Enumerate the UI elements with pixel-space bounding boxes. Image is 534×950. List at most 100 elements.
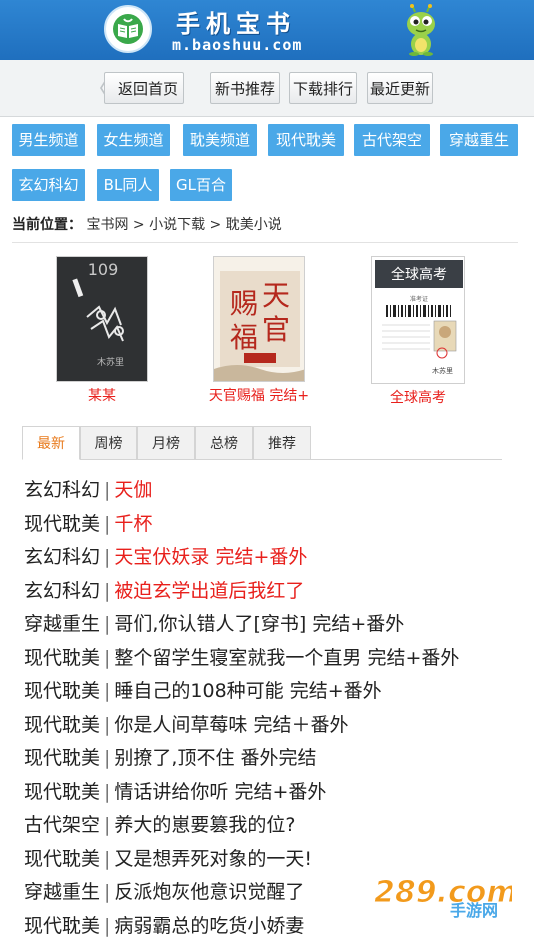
svg-text:109: 109 [88,260,119,279]
back-home-button[interactable]: 返回首页 [104,72,184,104]
list-item-separator: | [104,780,111,803]
list-item-separator: | [104,747,111,769]
list-item-category[interactable]: 现代耽美 [24,781,100,803]
book-cover-image[interactable]: 全球高考 准考证 木苏里 [371,256,465,384]
breadcrumb-path[interactable]: 宝书网 > 小说下载 > 耽美小说 [86,217,281,233]
cover-title: 全球高考 [391,266,447,283]
list-item-category[interactable]: 玄幻科幻 [24,546,100,568]
download-ranking-button[interactable]: 下载排行 [289,72,357,104]
list-item[interactable]: 现代耽美 | 情话讲给你听 完结+番外 [24,776,326,809]
tab-recommend[interactable]: 推荐 [253,426,311,460]
list-item-category[interactable]: 现代耽美 [24,714,100,736]
list-item[interactable]: 现代耽美 | 别撩了,顶不住 番外完结 [24,742,317,775]
book-card[interactable]: 全球高考 准考证 木苏里 全球高考 [343,256,493,407]
list-item-category[interactable]: 现代耽美 [24,680,100,702]
list-item[interactable]: 现代耽美 | 睡自己的108种可能 完结+番外 [24,675,382,708]
tab-monthly[interactable]: 月榜 [137,426,195,460]
book-card[interactable]: 109 木苏里 某某 [27,256,177,405]
category-female[interactable]: 女生频道 [97,124,170,156]
list-item-separator: | [104,881,111,903]
list-item-title[interactable]: 别撩了,顶不住 番外完结 [114,747,316,769]
list-item[interactable]: 现代耽美 | 又是想弄死对象的一天! [24,843,312,876]
category-ancient[interactable]: 古代架空 [354,124,430,156]
recent-updates-button[interactable]: 最近更新 [367,72,433,104]
category-danmei[interactable]: 耽美频道 [183,124,257,156]
tab-latest[interactable]: 最新 [22,426,80,460]
list-item[interactable]: 玄幻科幻 | 天伽 [24,474,152,507]
book-cover-image[interactable]: 109 木苏里 [56,256,148,382]
breadcrumb-label: 当前位置： [12,217,82,233]
list-item[interactable]: 穿越重生 | 反派炮灰他意识觉醒了 [24,876,304,909]
list-item-title[interactable]: 你是人间草莓味 完结＋番外 [114,714,348,736]
list-item-category[interactable]: 玄幻科幻 [24,479,100,501]
book-title[interactable]: 天官赐福 完结+ [184,385,334,405]
category-gl[interactable]: GL百合 [170,169,232,201]
list-item-separator: | [104,512,111,535]
list-item-category[interactable]: 穿越重生 [24,613,100,635]
list-item-title[interactable]: 又是想弄死对象的一天! [114,848,312,870]
cover-char-1: 赐 [230,287,258,320]
breadcrumb: 当前位置： 宝书网 > 小说下载 > 耽美小说 [12,214,282,234]
list-item-title[interactable]: 情话讲给你听 完结+番外 [114,781,326,803]
list-item-separator: | [104,914,111,937]
book-logo-icon[interactable] [104,5,152,53]
list-item-title[interactable]: 病弱霸总的吃货小娇妻 [114,915,304,937]
list-item-category[interactable]: 现代耽美 [24,647,100,669]
list-item[interactable]: 现代耽美 | 病弱霸总的吃货小娇妻 [24,910,304,943]
category-male[interactable]: 男生频道 [12,124,85,156]
svg-text:木苏里: 木苏里 [432,366,453,375]
list-item[interactable]: 古代架空 | 养大的崽要篡我的位? [24,809,296,842]
list-item-separator: | [104,814,111,836]
list-item-separator: | [104,680,111,702]
divider [12,242,518,243]
list-item-separator: | [104,646,111,669]
list-item-category[interactable]: 玄幻科幻 [24,580,100,602]
category-modern-danmei[interactable]: 现代耽美 [268,124,344,156]
book-title[interactable]: 全球高考 [343,387,493,407]
category-bl[interactable]: BL同人 [97,169,159,201]
list-item-category[interactable]: 穿越重生 [24,881,100,903]
list-item[interactable]: 玄幻科幻 | 天宝伏妖录 完结+番外 [24,541,307,574]
category-fantasy[interactable]: 玄幻科幻 [12,169,85,201]
svg-text:手游网: 手游网 [450,901,498,920]
book-title[interactable]: 某某 [27,385,177,405]
list-item-category[interactable]: 现代耽美 [24,915,100,937]
frog-mascot-icon [404,4,438,60]
svg-text:木苏里: 木苏里 [97,356,124,368]
list-item-title[interactable]: 哥们,你认错人了[穿书] 完结+番外 [114,613,404,635]
new-books-button[interactable]: 新书推荐 [210,72,280,104]
list-item-title[interactable]: 整个留学生寝室就我一个直男 完结+番外 [114,647,459,669]
tab-weekly[interactable]: 周榜 [80,426,137,460]
list-item-separator: | [104,479,111,501]
category-time-travel[interactable]: 穿越重生 [440,124,518,156]
cover-char-4: 官 [262,313,290,346]
list-item-title[interactable]: 天伽 [114,479,152,501]
site-url: m.baoshuu.com [172,36,303,54]
289-watermark-logo: 289.com 手游网 [372,872,519,924]
cover-char-3: 福 [230,321,258,354]
list-item[interactable]: 穿越重生 | 哥们,你认错人了[穿书] 完结+番外 [24,608,404,641]
list-item-category[interactable]: 现代耽美 [24,747,100,769]
book-cover-image[interactable]: 赐 天 福 官 [213,256,305,382]
list-item[interactable]: 现代耽美 | 整个留学生寝室就我一个直男 完结+番外 [24,642,459,675]
site-title[interactable]: 手机宝书 [176,4,296,39]
list-item-separator: | [104,546,111,568]
list-item-category[interactable]: 古代架空 [24,814,100,836]
list-item-title[interactable]: 被迫玄学出道后我红了 [114,580,304,602]
list-item-title[interactable]: 反派炮灰他意识觉醒了 [114,881,304,903]
book-card[interactable]: 赐 天 福 官 天官赐福 完结+ [184,256,334,405]
list-item-separator: | [104,847,111,870]
list-item-title[interactable]: 千杯 [114,513,152,535]
list-item-separator: | [104,613,111,635]
tab-total[interactable]: 总榜 [195,426,253,460]
cover-char-2: 天 [262,279,290,312]
list-item[interactable]: 玄幻科幻 | 被迫玄学出道后我红了 [24,575,304,608]
list-item-title[interactable]: 睡自己的108种可能 完结+番外 [114,680,381,702]
list-item-category[interactable]: 现代耽美 [24,513,100,535]
list-item-separator: | [104,579,111,602]
list-item-title[interactable]: 天宝伏妖录 完结+番外 [114,546,307,568]
list-item-category[interactable]: 现代耽美 [24,848,100,870]
list-item-title[interactable]: 养大的崽要篡我的位? [114,814,295,836]
list-item[interactable]: 现代耽美 | 千杯 [24,508,152,541]
list-item[interactable]: 现代耽美 | 你是人间草莓味 完结＋番外 [24,709,348,742]
